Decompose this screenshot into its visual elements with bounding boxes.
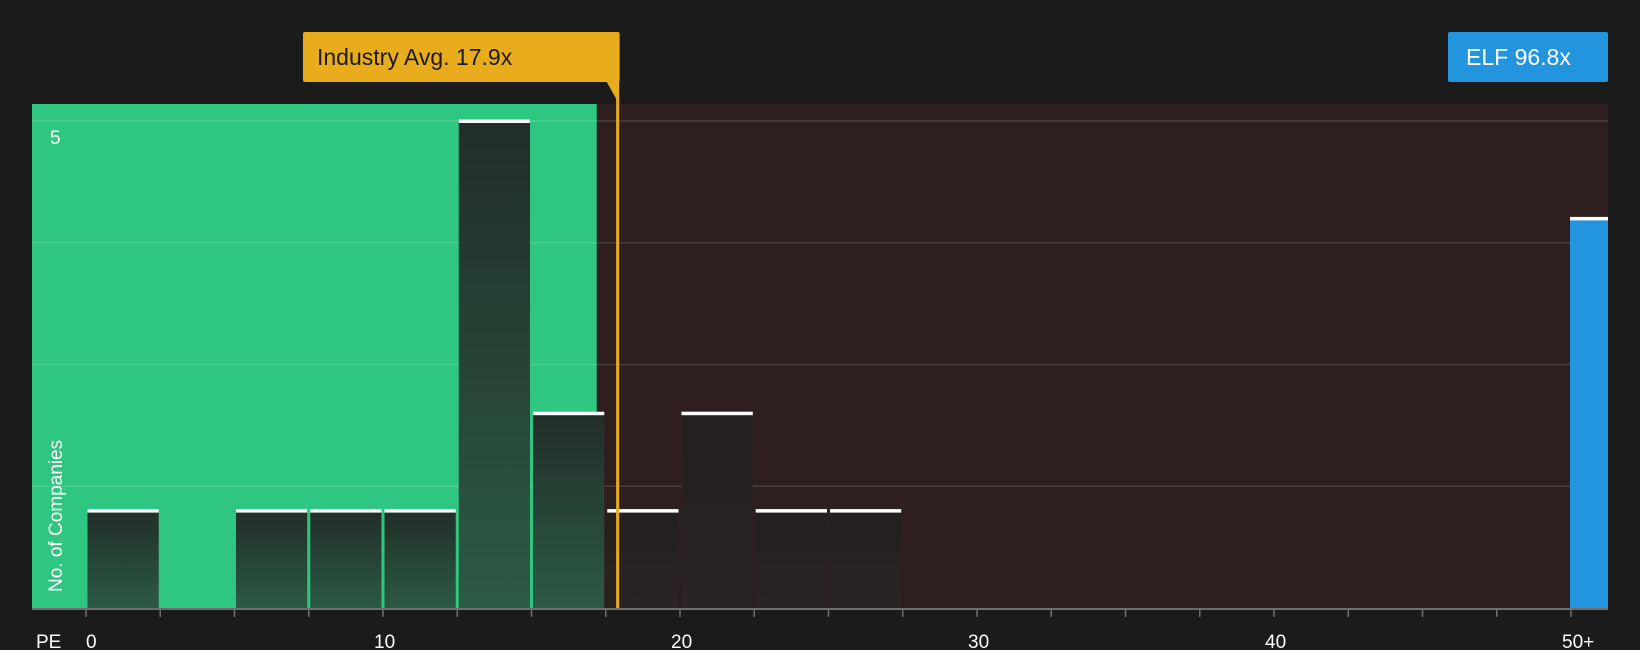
histogram-bar-cap xyxy=(87,509,159,513)
histogram-bar xyxy=(830,510,902,608)
histogram-bar xyxy=(458,121,530,608)
y-axis-label: No. of Companies xyxy=(46,440,67,592)
x-tick-label: 10 xyxy=(374,632,395,650)
histogram-bar xyxy=(310,510,382,608)
x-tick-label: 20 xyxy=(671,632,692,650)
histogram-bar-cap xyxy=(458,119,530,123)
company-bar-cap xyxy=(1570,216,1608,221)
histogram-bar-cap xyxy=(236,509,308,513)
histogram-bar xyxy=(533,413,605,608)
histogram-bar xyxy=(681,413,753,608)
company-bar xyxy=(1570,218,1608,608)
histogram-bar xyxy=(236,510,308,608)
pe-distribution-chart: 5 0 10 20 30 40 50+ Industry Avg. 17.9x ELF 9… xyxy=(0,0,1640,650)
y-tick-label: 5 xyxy=(50,128,61,149)
company-label: ELF 96.8x xyxy=(1466,44,1571,70)
histogram-bar-cap xyxy=(755,509,827,513)
histogram-bar-cap xyxy=(533,411,605,416)
histogram-bar-cap xyxy=(681,411,753,416)
histogram-bar xyxy=(384,510,456,608)
x-tick-label: 0 xyxy=(86,632,97,650)
histogram-bar-cap xyxy=(310,509,382,513)
histogram-bar-cap xyxy=(384,509,456,513)
company-marker: ELF 96.8x xyxy=(1448,32,1608,82)
histogram-bar xyxy=(87,510,159,608)
histogram-bar-cap xyxy=(830,509,902,513)
x-tick-label: 40 xyxy=(1265,632,1286,650)
histogram-bar xyxy=(755,510,827,608)
x-axis: 0 10 20 30 40 50+ xyxy=(32,608,1608,650)
x-tick-label: 30 xyxy=(968,632,989,650)
industry-average-label: Industry Avg. 17.9x xyxy=(317,44,513,70)
chart-svg: 5 0 10 20 30 40 50+ Industry Avg. 17.9x ELF 9… xyxy=(32,32,1608,650)
x-axis-label: PE xyxy=(36,632,61,650)
x-tick-label: 50+ xyxy=(1562,632,1594,650)
